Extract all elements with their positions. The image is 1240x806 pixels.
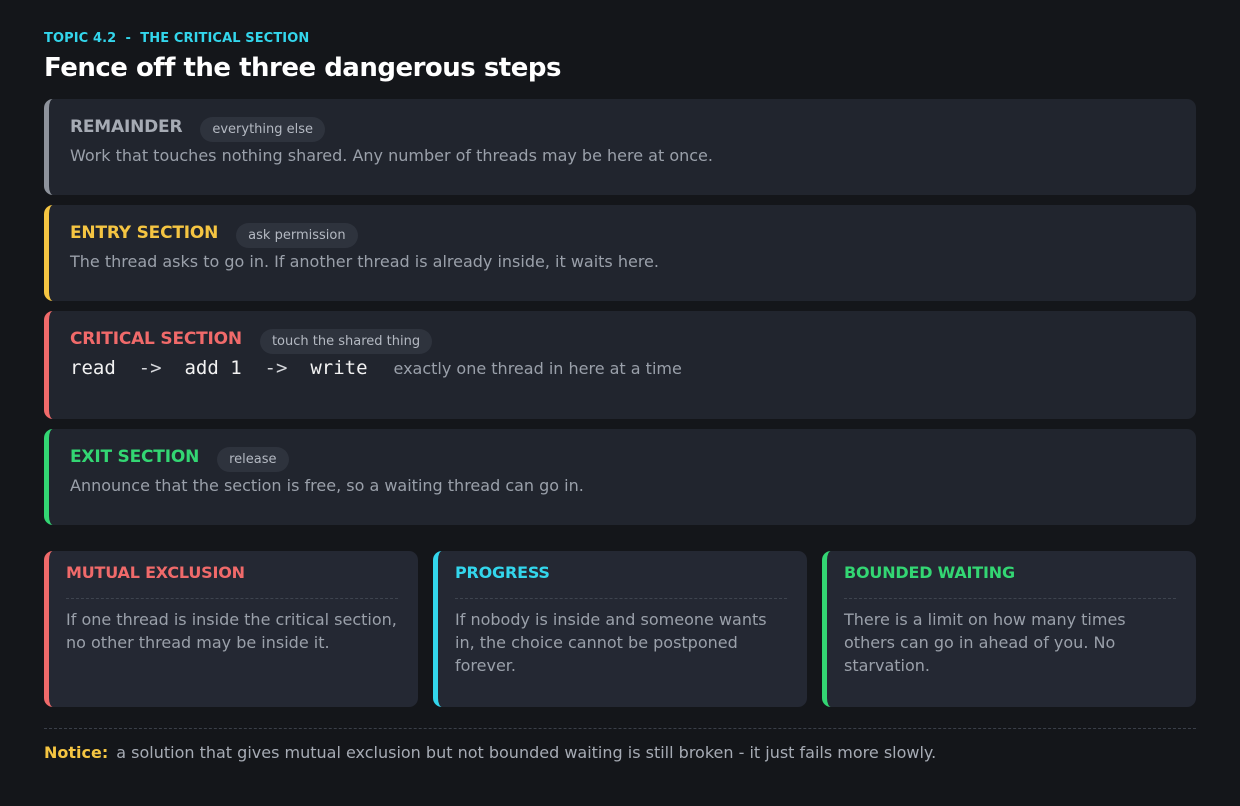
rule-name: MUTUAL EXCLUSION bbox=[66, 563, 245, 582]
section-header: REMAINDER everything else bbox=[70, 111, 326, 142]
section-entry: ENTRY SECTION ask permission The thread … bbox=[44, 205, 1196, 301]
section-critical: CRITICAL SECTION touch the shared thing … bbox=[44, 311, 1196, 419]
rule-name: BOUNDED WAITING bbox=[844, 563, 1015, 582]
section-tag: everything else bbox=[200, 117, 326, 142]
step-read: read bbox=[70, 357, 116, 379]
section-remainder: REMAINDER everything else Work that touc… bbox=[44, 99, 1196, 195]
rule-text: If nobody is inside and someone wants in… bbox=[455, 610, 767, 675]
footer-divider bbox=[44, 728, 1196, 729]
rule-text: If one thread is inside the critical sec… bbox=[66, 610, 397, 652]
section-header: EXIT SECTION release bbox=[70, 441, 289, 472]
section-header: ENTRY SECTION ask permission bbox=[70, 217, 358, 248]
section-name: CRITICAL SECTION bbox=[70, 328, 242, 349]
rule-card-bounded-waiting: BOUNDED WAITING There is a limit on how … bbox=[822, 551, 1196, 707]
arrow-icon: -> bbox=[264, 357, 288, 379]
section-tag: ask permission bbox=[236, 223, 358, 248]
critical-note: exactly one thread in here at a time bbox=[393, 359, 682, 378]
section-description: Work that touches nothing shared. Any nu… bbox=[70, 146, 713, 165]
section-name: EXIT SECTION bbox=[70, 446, 200, 467]
section-header: CRITICAL SECTION touch the shared thing bbox=[70, 323, 433, 354]
rule-card-progress: PROGRESS If nobody is inside and someone… bbox=[433, 551, 807, 707]
notice: Notice: a solution that gives mutual excl… bbox=[44, 743, 936, 762]
rule-text: There is a limit on how many times other… bbox=[844, 610, 1126, 675]
arrow-icon: -> bbox=[138, 357, 162, 379]
section-tag: touch the shared thing bbox=[259, 329, 433, 354]
notice-text: a solution that gives mutual exclusion b… bbox=[116, 743, 937, 762]
step-add: add 1 bbox=[184, 357, 242, 379]
section-tag: release bbox=[217, 447, 289, 472]
critical-steps: read -> add 1 -> write exactly one threa… bbox=[70, 357, 682, 379]
step-write: write bbox=[310, 357, 368, 379]
notice-label: Notice: bbox=[44, 743, 109, 762]
section-name: ENTRY SECTION bbox=[70, 222, 219, 243]
page-title: Fence off the three dangerous steps bbox=[44, 53, 561, 83]
topic-eyebrow: TOPIC 4.2 - THE CRITICAL SECTION bbox=[44, 31, 310, 46]
section-description: Announce that the section is free, so a … bbox=[70, 476, 584, 495]
page: TOPIC 4.2 - THE CRITICAL SECTION Fence o… bbox=[0, 0, 1240, 806]
rule-divider bbox=[66, 598, 398, 599]
rule-card-mutual-exclusion: MUTUAL EXCLUSION If one thread is inside… bbox=[44, 551, 418, 707]
rule-divider bbox=[455, 598, 787, 599]
rule-name: PROGRESS bbox=[455, 563, 550, 582]
section-name: REMAINDER bbox=[70, 116, 183, 137]
section-description: The thread asks to go in. If another thr… bbox=[70, 252, 659, 271]
section-exit: EXIT SECTION release Announce that the s… bbox=[44, 429, 1196, 525]
rule-divider bbox=[844, 598, 1176, 599]
